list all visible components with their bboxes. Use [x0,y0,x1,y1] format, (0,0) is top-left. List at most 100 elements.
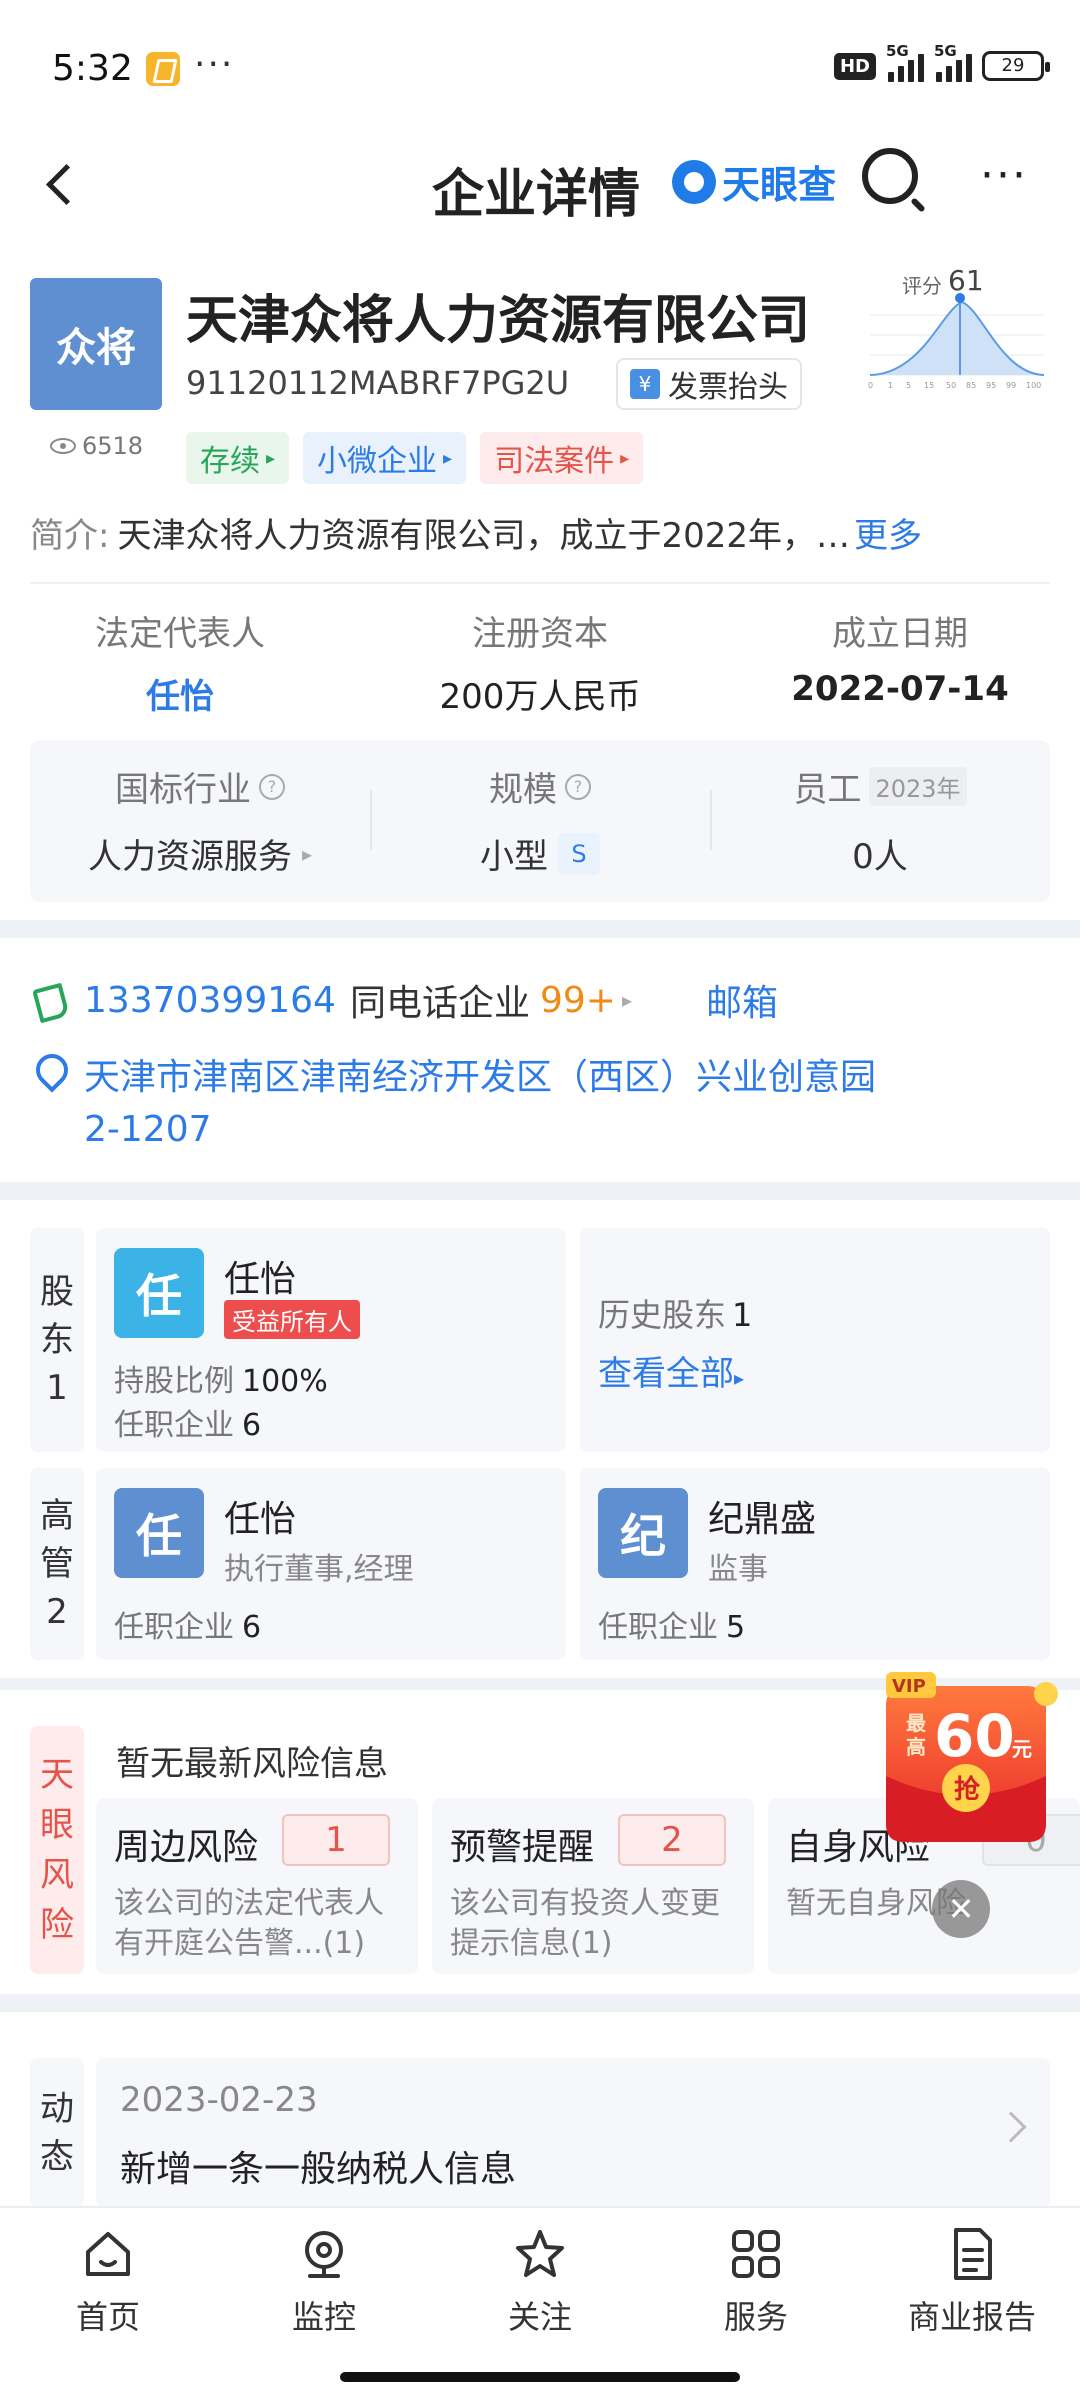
chevron-right-icon: ▸ [621,988,632,1012]
avatar: 纪 [598,1488,688,1578]
person-role: 执行董事,经理 [224,1552,414,1587]
scale-badge: S [558,832,600,875]
brand-logo: 天眼查 [672,154,836,209]
score-axis-tick: 95 [986,381,996,390]
search-icon[interactable] [862,148,918,204]
status-time: 5:32 [52,48,133,89]
warning-reminder-card[interactable]: 预警提醒 2 该公司有投资人变更提示信息(1) [432,1798,754,1974]
svg-text:最: 最 [906,1711,927,1735]
score-axis-tick: 50 [946,381,956,390]
risk-side-label: 天眼风险 [30,1726,84,1974]
surrounding-risk-card[interactable]: 周边风险 1 该公司的法定代表人有开庭公告警...(1) [96,1798,418,1974]
person-name: 任怡 [224,1499,297,1540]
year-chip: 2023年 [869,767,967,806]
avatar: 任 [114,1488,204,1578]
score-axis-tick: 0 [868,381,873,390]
tab-follow[interactable]: 关注 [460,2224,620,2338]
score-axis-tick: 15 [924,381,934,390]
page-title: 企业详情 [432,165,641,225]
executives-side-label: 高管2 [30,1468,84,1660]
divider [30,582,1050,584]
contact-card: 13370399164 同电话企业 99+ ▸ 邮箱 天津市津南区津南经济开发区… [0,938,1080,1182]
home-icon [86,2232,130,2276]
executive-card[interactable]: 任 任怡 执行董事,经理 任职企业 6 [96,1468,566,1660]
red-envelope-icon: VIP 最 高 60 元 抢 [886,1672,1058,1842]
founded-date: 成立日期 2022-07-14 [791,614,1009,709]
score-axis-tick: 1 [888,381,893,390]
same-phone-count[interactable]: 99+ [540,980,616,1021]
view-all-link[interactable]: 查看全部▸ [598,1346,744,1395]
help-icon[interactable]: ? [259,773,285,800]
shareholder-card[interactable]: 任 任怡 受益所有人 持股比例 100% 任职企业 6 [96,1228,566,1452]
company-name: 天津众将人力资源有限公司 [186,291,811,351]
notification-icon [146,52,180,86]
status-tags: 存续 ▸ 小微企业 ▸ 司法案件 ▸ [186,432,644,484]
person-role: 监事 [708,1552,768,1587]
risk-count-badge: 1 [282,1814,390,1866]
brand-name: 天眼查 [722,163,837,207]
invoice-title-button[interactable]: ¥ 发票抬头 [616,358,802,410]
bottom-tab-bar: 首页 监控 关注 服务 商业报告 [0,2206,1080,2400]
close-icon[interactable]: ✕ [932,1880,990,1938]
company-summary-card: 众将 6518 天津众将人力资源有限公司 91120112MABRF7PG2U … [0,240,1080,920]
more-notifications-icon: ··· [194,44,235,85]
svg-text:元: 元 [1012,1737,1032,1761]
score-widget[interactable]: 评分 61 0 1 5 15 50 85 95 99 100 [862,264,1052,400]
credit-code: 91120112MABRF7PG2U [186,364,570,402]
home-indicator[interactable] [340,2372,740,2382]
phone-row: 13370399164 同电话企业 99+ ▸ 邮箱 [30,974,778,1026]
svg-text:高: 高 [906,1735,926,1759]
vip-promo-badge[interactable]: VIP 最 高 60 元 抢 [880,1664,1060,1852]
yen-icon: ¥ [630,369,660,399]
scale-cell[interactable]: 规模? 小型 S [370,740,710,902]
tag-judicial[interactable]: 司法案件 ▸ [480,432,644,484]
score-value: 61 [948,264,984,297]
email-link[interactable]: 邮箱 [706,974,778,1026]
tag-status[interactable]: 存续 ▸ [186,432,290,484]
company-intro[interactable]: 简介: 天津众将人力资源有限公司，成立于2022年，… 更多 [30,508,1050,557]
signal-icon: 5G [934,42,972,82]
tab-business-report[interactable]: 商业报告 [892,2224,1052,2338]
intro-more-link[interactable]: 更多 [854,508,922,557]
location-pin-icon [30,1052,70,1092]
nav-header: 企业详情 天眼查 ··· [0,130,1080,240]
grid-icon [732,2230,780,2278]
phone-icon [30,980,70,1020]
positions-count: 任职企业 6 [114,1610,262,1645]
history-shareholders: 历史股东 1 [598,1296,753,1334]
tab-services[interactable]: 服务 [676,2224,836,2338]
avatar: 任 [114,1248,204,1338]
dynamics-item[interactable]: 2023-02-23 新增一条一般纳税人信息 [96,2058,1050,2208]
tab-home[interactable]: 首页 [28,2224,188,2338]
tag-size[interactable]: 小微企业 ▸ [303,432,467,484]
address-row[interactable]: 天津市津南区津南经济开发区（西区）兴业创意园 2-1207 [30,1052,1030,1156]
report-icon [954,2228,992,2280]
executive-card[interactable]: 纪 纪鼎盛 监事 任职企业 5 [580,1468,1050,1660]
help-icon[interactable]: ? [565,773,591,800]
registered-capital: 注册资本 200万人民币 [439,614,641,717]
employees-cell: 员工 2023年 0人 [710,740,1050,902]
history-shareholders-card[interactable]: 历史股东 1 查看全部▸ [580,1228,1050,1452]
industry-info-box: 国标行业? 人力资源服务 ▸ 规模? 小型 S 员工 2023年 0人 [30,740,1050,902]
intro-text: 天津众将人力资源有限公司，成立于2022年，… [117,516,850,556]
basic-info-row: 法定代表人 任怡 注册资本 200万人民币 成立日期 2022-07-14 [0,606,1080,718]
back-icon[interactable] [40,160,80,210]
shareholders-side-label: 股东1 [30,1228,84,1452]
status-bar: 5:32 ··· HD 5G 5G 29 [0,0,1080,130]
tab-monitor[interactable]: 监控 [244,2224,404,2338]
svg-text:60: 60 [934,1702,1015,1770]
legal-rep-name[interactable]: 任怡 [0,669,360,718]
score-axis-tick: 85 [966,381,976,390]
dynamics-text: 新增一条一般纳税人信息 [120,2149,517,2190]
phone-number[interactable]: 13370399164 [84,980,336,1021]
star-icon [516,2230,564,2277]
more-icon[interactable]: ··· [980,150,1028,201]
legal-representative[interactable]: 法定代表人 任怡 [0,606,360,718]
signal-icon: 5G [886,42,924,82]
company-logo: 众将 [30,278,162,410]
dynamics-date: 2023-02-23 [120,2080,318,2120]
industry-cell[interactable]: 国标行业? 人力资源服务 ▸ [30,740,370,902]
battery-icon: 29 [982,51,1050,81]
risk-count-badge: 2 [618,1814,726,1866]
same-phone-companies[interactable]: 同电话企业 [350,974,530,1026]
